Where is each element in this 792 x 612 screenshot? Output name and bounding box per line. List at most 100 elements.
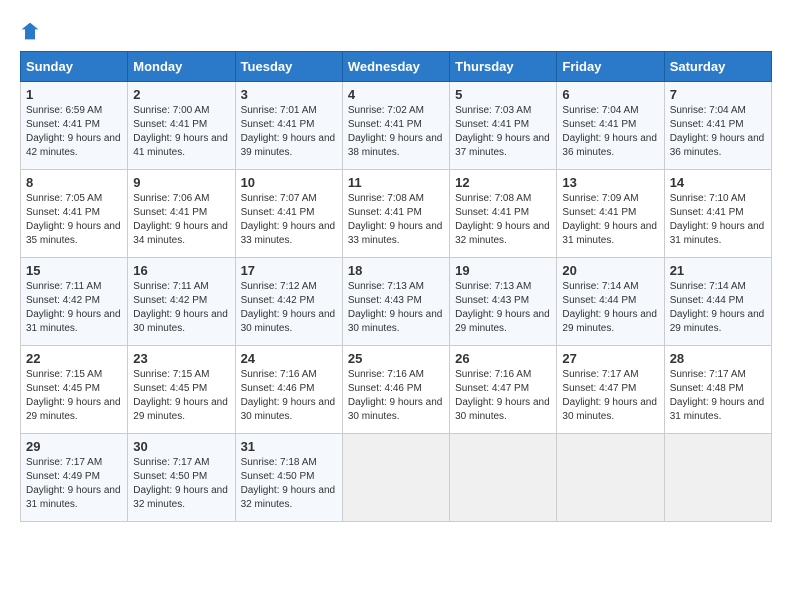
- day-info: Sunrise: 7:04 AM Sunset: 4:41 PM Dayligh…: [562, 104, 658, 160]
- calendar-cell: 24 Sunrise: 7:16 AM Sunset: 4:46 PM Dayl…: [235, 346, 342, 434]
- day-number: 10: [241, 175, 337, 190]
- day-number: 18: [348, 263, 444, 278]
- calendar-cell: 25 Sunrise: 7:16 AM Sunset: 4:46 PM Dayl…: [342, 346, 449, 434]
- day-number: 15: [26, 263, 122, 278]
- day-info: Sunrise: 7:03 AM Sunset: 4:41 PM Dayligh…: [455, 104, 551, 160]
- day-number: 31: [241, 439, 337, 454]
- day-number: 19: [455, 263, 551, 278]
- calendar-cell: 13 Sunrise: 7:09 AM Sunset: 4:41 PM Dayl…: [557, 170, 664, 258]
- day-info: Sunrise: 7:15 AM Sunset: 4:45 PM Dayligh…: [133, 368, 229, 424]
- day-number: 13: [562, 175, 658, 190]
- day-number: 4: [348, 87, 444, 102]
- day-number: 30: [133, 439, 229, 454]
- day-number: 24: [241, 351, 337, 366]
- header: [20, 20, 772, 41]
- calendar-cell: 26 Sunrise: 7:16 AM Sunset: 4:47 PM Dayl…: [450, 346, 557, 434]
- calendar-cell: 10 Sunrise: 7:07 AM Sunset: 4:41 PM Dayl…: [235, 170, 342, 258]
- calendar-cell: 27 Sunrise: 7:17 AM Sunset: 4:47 PM Dayl…: [557, 346, 664, 434]
- day-number: 12: [455, 175, 551, 190]
- calendar-week-row: 15 Sunrise: 7:11 AM Sunset: 4:42 PM Dayl…: [21, 258, 772, 346]
- calendar-cell: 5 Sunrise: 7:03 AM Sunset: 4:41 PM Dayli…: [450, 82, 557, 170]
- calendar-cell: [664, 434, 771, 522]
- day-info: Sunrise: 7:00 AM Sunset: 4:41 PM Dayligh…: [133, 104, 229, 160]
- calendar-week-row: 1 Sunrise: 6:59 AM Sunset: 4:41 PM Dayli…: [21, 82, 772, 170]
- day-info: Sunrise: 7:07 AM Sunset: 4:41 PM Dayligh…: [241, 192, 337, 248]
- day-info: Sunrise: 7:13 AM Sunset: 4:43 PM Dayligh…: [455, 280, 551, 336]
- day-number: 22: [26, 351, 122, 366]
- day-number: 5: [455, 87, 551, 102]
- calendar-cell: 17 Sunrise: 7:12 AM Sunset: 4:42 PM Dayl…: [235, 258, 342, 346]
- calendar-cell: [342, 434, 449, 522]
- header-day-sunday: Sunday: [21, 52, 128, 82]
- logo: [20, 20, 44, 41]
- day-info: Sunrise: 7:10 AM Sunset: 4:41 PM Dayligh…: [670, 192, 766, 248]
- header-day-wednesday: Wednesday: [342, 52, 449, 82]
- day-info: Sunrise: 7:17 AM Sunset: 4:49 PM Dayligh…: [26, 456, 122, 512]
- day-number: 14: [670, 175, 766, 190]
- day-info: Sunrise: 7:11 AM Sunset: 4:42 PM Dayligh…: [26, 280, 122, 336]
- header-day-tuesday: Tuesday: [235, 52, 342, 82]
- calendar-cell: 15 Sunrise: 7:11 AM Sunset: 4:42 PM Dayl…: [21, 258, 128, 346]
- calendar-cell: 2 Sunrise: 7:00 AM Sunset: 4:41 PM Dayli…: [128, 82, 235, 170]
- day-number: 17: [241, 263, 337, 278]
- day-info: Sunrise: 7:15 AM Sunset: 4:45 PM Dayligh…: [26, 368, 122, 424]
- day-number: 28: [670, 351, 766, 366]
- calendar-cell: 20 Sunrise: 7:14 AM Sunset: 4:44 PM Dayl…: [557, 258, 664, 346]
- calendar-cell: 22 Sunrise: 7:15 AM Sunset: 4:45 PM Dayl…: [21, 346, 128, 434]
- calendar-cell: 19 Sunrise: 7:13 AM Sunset: 4:43 PM Dayl…: [450, 258, 557, 346]
- day-number: 20: [562, 263, 658, 278]
- calendar-week-row: 22 Sunrise: 7:15 AM Sunset: 4:45 PM Dayl…: [21, 346, 772, 434]
- day-number: 7: [670, 87, 766, 102]
- calendar-week-row: 29 Sunrise: 7:17 AM Sunset: 4:49 PM Dayl…: [21, 434, 772, 522]
- day-info: Sunrise: 7:02 AM Sunset: 4:41 PM Dayligh…: [348, 104, 444, 160]
- calendar-cell: [450, 434, 557, 522]
- day-number: 8: [26, 175, 122, 190]
- day-info: Sunrise: 7:17 AM Sunset: 4:50 PM Dayligh…: [133, 456, 229, 512]
- calendar-cell: 12 Sunrise: 7:08 AM Sunset: 4:41 PM Dayl…: [450, 170, 557, 258]
- calendar-cell: 8 Sunrise: 7:05 AM Sunset: 4:41 PM Dayli…: [21, 170, 128, 258]
- calendar-cell: 30 Sunrise: 7:17 AM Sunset: 4:50 PM Dayl…: [128, 434, 235, 522]
- day-number: 29: [26, 439, 122, 454]
- calendar-cell: 9 Sunrise: 7:06 AM Sunset: 4:41 PM Dayli…: [128, 170, 235, 258]
- calendar-cell: 28 Sunrise: 7:17 AM Sunset: 4:48 PM Dayl…: [664, 346, 771, 434]
- day-number: 9: [133, 175, 229, 190]
- calendar-cell: 29 Sunrise: 7:17 AM Sunset: 4:49 PM Dayl…: [21, 434, 128, 522]
- day-info: Sunrise: 7:01 AM Sunset: 4:41 PM Dayligh…: [241, 104, 337, 160]
- day-number: 11: [348, 175, 444, 190]
- logo-icon: [20, 21, 40, 41]
- day-info: Sunrise: 7:08 AM Sunset: 4:41 PM Dayligh…: [455, 192, 551, 248]
- day-info: Sunrise: 7:16 AM Sunset: 4:46 PM Dayligh…: [348, 368, 444, 424]
- day-info: Sunrise: 6:59 AM Sunset: 4:41 PM Dayligh…: [26, 104, 122, 160]
- day-number: 26: [455, 351, 551, 366]
- day-number: 3: [241, 87, 337, 102]
- day-info: Sunrise: 7:12 AM Sunset: 4:42 PM Dayligh…: [241, 280, 337, 336]
- day-number: 27: [562, 351, 658, 366]
- day-info: Sunrise: 7:17 AM Sunset: 4:48 PM Dayligh…: [670, 368, 766, 424]
- day-number: 16: [133, 263, 229, 278]
- day-info: Sunrise: 7:09 AM Sunset: 4:41 PM Dayligh…: [562, 192, 658, 248]
- calendar-cell: [557, 434, 664, 522]
- calendar-cell: 3 Sunrise: 7:01 AM Sunset: 4:41 PM Dayli…: [235, 82, 342, 170]
- calendar-cell: 11 Sunrise: 7:08 AM Sunset: 4:41 PM Dayl…: [342, 170, 449, 258]
- day-info: Sunrise: 7:18 AM Sunset: 4:50 PM Dayligh…: [241, 456, 337, 512]
- header-day-monday: Monday: [128, 52, 235, 82]
- calendar-cell: 4 Sunrise: 7:02 AM Sunset: 4:41 PM Dayli…: [342, 82, 449, 170]
- calendar-cell: 18 Sunrise: 7:13 AM Sunset: 4:43 PM Dayl…: [342, 258, 449, 346]
- day-info: Sunrise: 7:16 AM Sunset: 4:46 PM Dayligh…: [241, 368, 337, 424]
- calendar-cell: 14 Sunrise: 7:10 AM Sunset: 4:41 PM Dayl…: [664, 170, 771, 258]
- day-info: Sunrise: 7:13 AM Sunset: 4:43 PM Dayligh…: [348, 280, 444, 336]
- header-day-saturday: Saturday: [664, 52, 771, 82]
- day-number: 1: [26, 87, 122, 102]
- day-info: Sunrise: 7:11 AM Sunset: 4:42 PM Dayligh…: [133, 280, 229, 336]
- calendar-cell: 16 Sunrise: 7:11 AM Sunset: 4:42 PM Dayl…: [128, 258, 235, 346]
- day-number: 25: [348, 351, 444, 366]
- header-day-friday: Friday: [557, 52, 664, 82]
- calendar-cell: 21 Sunrise: 7:14 AM Sunset: 4:44 PM Dayl…: [664, 258, 771, 346]
- calendar-cell: 31 Sunrise: 7:18 AM Sunset: 4:50 PM Dayl…: [235, 434, 342, 522]
- day-info: Sunrise: 7:04 AM Sunset: 4:41 PM Dayligh…: [670, 104, 766, 160]
- day-number: 2: [133, 87, 229, 102]
- calendar-cell: 7 Sunrise: 7:04 AM Sunset: 4:41 PM Dayli…: [664, 82, 771, 170]
- day-number: 21: [670, 263, 766, 278]
- calendar-cell: 23 Sunrise: 7:15 AM Sunset: 4:45 PM Dayl…: [128, 346, 235, 434]
- day-info: Sunrise: 7:06 AM Sunset: 4:41 PM Dayligh…: [133, 192, 229, 248]
